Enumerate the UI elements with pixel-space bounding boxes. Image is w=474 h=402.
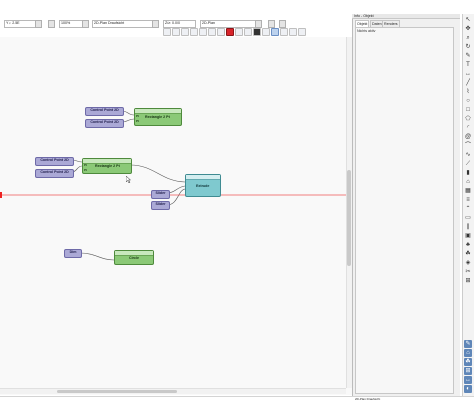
info-panel-body: [355, 27, 454, 394]
node-extrude[interactable]: Extrude: [185, 174, 221, 197]
pointer-icon[interactable]: ↖: [464, 16, 472, 24]
door-icon[interactable]: ⌂: [464, 178, 472, 186]
status-text: 2D-Plan Draufsicht: [355, 397, 381, 401]
node-wires: [0, 110, 346, 261]
node-slider-2[interactable]: Slider: [151, 201, 170, 210]
tree-icon[interactable]: ♣: [464, 241, 472, 249]
guide-handle-icon: [0, 192, 2, 198]
offset-icon[interactable]: ⟋: [464, 160, 472, 168]
node-label: Control Point 2D: [90, 120, 119, 124]
symbol-icon[interactable]: ◈: [464, 259, 472, 267]
port-label: Pt: [84, 168, 87, 172]
stair-icon[interactable]: ≡: [464, 196, 472, 204]
horizontal-scroll-thumb[interactable]: [57, 390, 177, 393]
circle-icon[interactable]: ○: [464, 97, 472, 105]
node-header: [186, 175, 220, 180]
node-control-point-1[interactable]: Control Point 2D: [85, 107, 124, 116]
polyline-icon[interactable]: ⌇: [464, 88, 472, 96]
node-label: Rectangle 2 Pt: [95, 164, 120, 168]
freehand-icon[interactable]: ∿: [464, 151, 472, 159]
section-icon[interactable]: ✂: [464, 268, 472, 276]
roof-icon[interactable]: ⌃: [464, 205, 472, 213]
dimension-icon[interactable]: ↔: [464, 70, 472, 78]
eyedropper-icon[interactable]: ✎: [464, 52, 472, 60]
tool-set-basic-icon[interactable]: ✎: [464, 340, 472, 348]
node-label: Rectangle 2 Pt: [145, 115, 170, 119]
node-label: Control Point 2D: [90, 108, 119, 112]
flyover-icon[interactable]: ↻: [464, 43, 472, 51]
tool-set-building-icon[interactable]: ⌂: [464, 349, 472, 357]
node-label: Dim: [69, 250, 77, 254]
pan-icon[interactable]: ✥: [464, 25, 472, 33]
column-icon[interactable]: ∥: [464, 223, 472, 231]
window-icon[interactable]: ▦: [464, 187, 472, 195]
node-label: Extrude: [196, 184, 210, 188]
line-icon[interactable]: ╱: [464, 79, 472, 87]
node-label: Control Point 2D: [40, 158, 69, 162]
spiral-icon[interactable]: @: [464, 133, 472, 141]
wire-rect2-extrude: [129, 164, 186, 183]
info-panel-title: Info - Objekt: [352, 14, 460, 19]
vertical-scroll-thumb[interactable]: [347, 170, 351, 266]
text-icon[interactable]: T: [464, 61, 472, 69]
node-control-point-4[interactable]: Control Point 2D: [35, 169, 74, 178]
status-bar: 2D-Plan Draufsicht: [0, 396, 474, 401]
node-dim[interactable]: Dim: [64, 249, 82, 258]
wire-dim-circle: [79, 252, 115, 261]
node-circle[interactable]: Circle: [114, 250, 154, 265]
node-label: Slider: [155, 191, 166, 195]
fillet-icon[interactable]: ⌒: [464, 142, 472, 150]
port-label: Pt: [136, 119, 139, 123]
tool-set-visual-icon[interactable]: ◐: [464, 385, 472, 393]
port-label: Pt: [136, 114, 139, 118]
port-label: Pt: [84, 163, 87, 167]
tool-set-site-icon[interactable]: ☘: [464, 358, 472, 366]
node-control-point-2[interactable]: Control Point 2D: [85, 119, 124, 128]
rectangle-icon[interactable]: □: [464, 106, 472, 114]
node-label: Slider: [155, 202, 166, 206]
viewport-icon[interactable]: ⊞: [464, 277, 472, 285]
node-slider-1[interactable]: Slider: [151, 190, 170, 199]
tool-set-detail-icon[interactable]: ⊞: [464, 367, 472, 375]
polygon-icon[interactable]: ⬠: [464, 115, 472, 123]
arc-icon[interactable]: ◜: [464, 124, 472, 132]
slab-icon[interactable]: ▭: [464, 214, 472, 222]
node-label: Circle: [129, 256, 139, 260]
landscape-icon[interactable]: ☘: [464, 250, 472, 258]
space-icon[interactable]: ▣: [464, 232, 472, 240]
zoom-icon[interactable]: ⌕: [464, 34, 472, 42]
node-rectangle-1[interactable]: Rectangle 2 Pt Pt Pt: [134, 108, 182, 126]
mouse-cursor-icon: [126, 176, 131, 183]
node-rectangle-2[interactable]: Rectangle 2 Pt Pt Pt: [82, 158, 132, 174]
empty-selection-text: Nichts aktiv: [357, 29, 376, 33]
tool-set-dims-icon[interactable]: ↔: [464, 376, 472, 384]
node-control-point-3[interactable]: Control Point 2D: [35, 157, 74, 166]
wall-icon[interactable]: ▮: [464, 169, 472, 177]
node-header: [135, 109, 181, 114]
node-label: Control Point 2D: [40, 170, 69, 174]
